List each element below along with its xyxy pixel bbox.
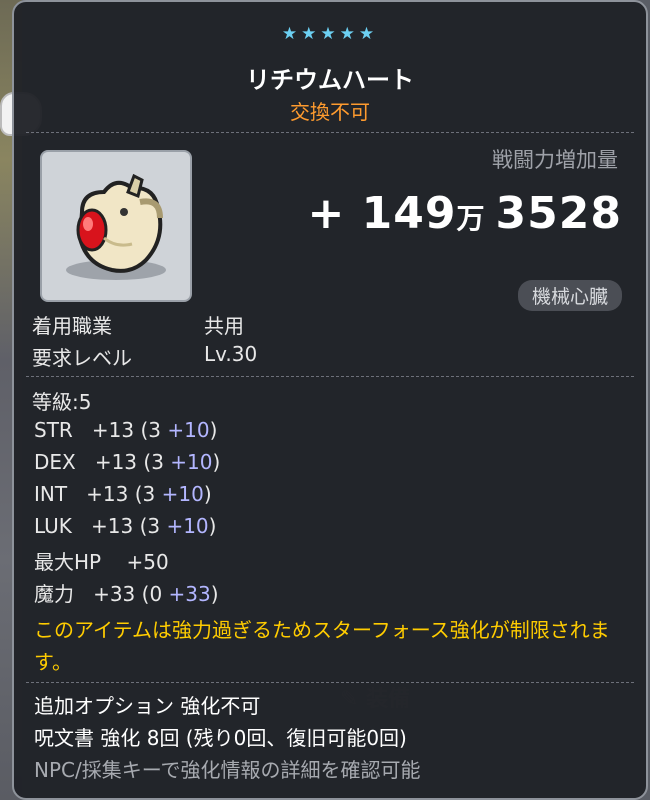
stat-base: (3 xyxy=(140,418,168,442)
stat-base: (3 xyxy=(134,482,162,506)
stat-total: +13 xyxy=(90,514,134,538)
item-name: リチウムハート xyxy=(246,66,414,94)
stat-total: +33 xyxy=(93,582,136,606)
stat-close: ) xyxy=(210,582,219,606)
stat-close: ) xyxy=(203,482,212,506)
stat-bonus: +10 xyxy=(167,418,210,442)
stat-line-str: STR +13 (3 +10) xyxy=(34,418,217,442)
grade-text: 等級:5 xyxy=(32,390,92,414)
level-label: 要求レベル xyxy=(32,346,132,370)
job-value: 共用 xyxy=(204,314,244,338)
star-force-stars-icon: ★★★★★ xyxy=(281,24,379,44)
stat-line-magic: 魔力 +33 (0 +33) xyxy=(34,578,219,607)
stat-close: ) xyxy=(208,514,217,538)
stat-name: LUK xyxy=(34,514,72,538)
stat-base: (3 xyxy=(139,514,167,538)
divider xyxy=(26,132,634,133)
divider xyxy=(26,376,634,377)
stat-name: 魔力 xyxy=(34,582,74,606)
stat-line-max-hp: 最大HP +50 xyxy=(34,550,169,574)
stat-line-dex: DEX +13 (3 +10) xyxy=(34,450,220,474)
stat-total: +13 xyxy=(86,482,129,506)
starforce-warning: このアイテムは強力過ぎるためスターフォース強化が制限されます。 xyxy=(34,618,610,674)
stat-name: STR xyxy=(34,418,73,442)
stat-total: +13 xyxy=(94,450,138,474)
stat-close: ) xyxy=(212,450,221,474)
stat-base: (3 xyxy=(143,450,171,474)
stat-name: INT xyxy=(34,482,68,506)
stat-bonus: +10 xyxy=(170,450,213,474)
item-icon-frame xyxy=(40,150,192,302)
stat-bonus: +10 xyxy=(166,514,209,538)
npc-hint-text: NPC/採集キーで強化情報の詳細を確認可能 xyxy=(34,758,421,782)
combat-power-label: 戦闘力増加量 xyxy=(492,148,618,172)
divider xyxy=(26,682,634,683)
combat-power-value: + 149万 3528 xyxy=(307,188,622,239)
trade-status: 交換不可 xyxy=(290,100,370,124)
combat-power-prefix: + 149 xyxy=(307,188,457,239)
lithium-heart-icon xyxy=(66,173,166,280)
scroll-upgrade-text: 呪文書 強化 8回 (残り0回、復旧可能0回) xyxy=(34,726,407,750)
stat-bonus: +10 xyxy=(161,482,204,506)
stat-bonus: +33 xyxy=(168,582,211,606)
stat-line-luk: LUK +13 (3 +10) xyxy=(34,514,216,538)
item-category-tag: 機械心臓 xyxy=(517,280,622,311)
combat-power-rest: 3528 xyxy=(495,188,622,239)
stat-close: ) xyxy=(209,418,218,442)
stat-total: +13 xyxy=(91,418,135,442)
item-tooltip: ★★★★★ リチウムハート 交換不可 戦闘力増加量 + 149万 3528 機械心… xyxy=(12,0,648,800)
combat-power-unit: 万 xyxy=(456,202,486,235)
stat-base: (0 xyxy=(141,582,169,606)
level-value: Lv.30 xyxy=(204,342,258,366)
stat-name: DEX xyxy=(34,450,76,474)
job-label: 着用職業 xyxy=(32,314,112,338)
stat-line-int: INT +13 (3 +10) xyxy=(34,482,212,506)
additional-option-text: 追加オプション 強化不可 xyxy=(34,694,261,718)
